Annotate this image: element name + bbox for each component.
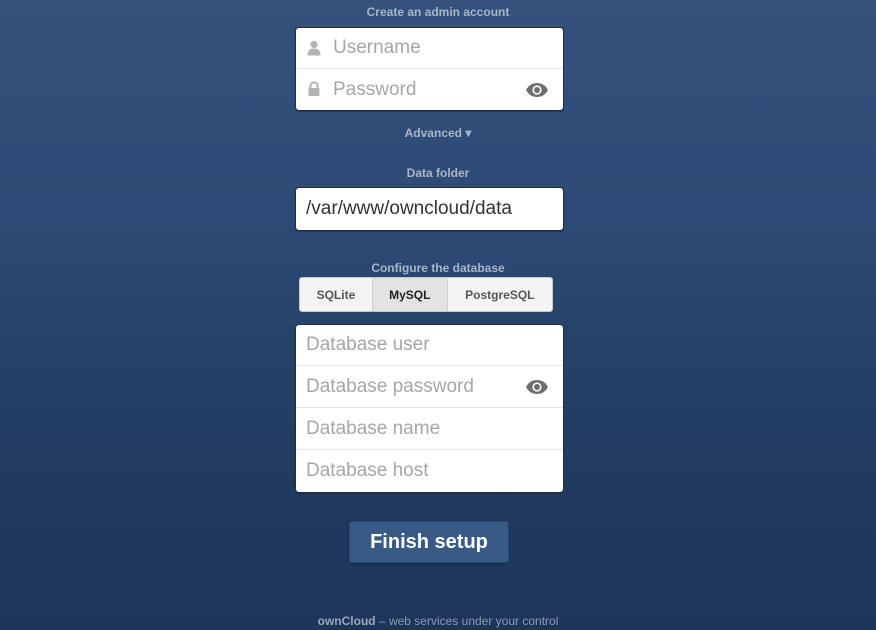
tab-mysql[interactable]: MySQL bbox=[372, 278, 448, 311]
tab-sqlite[interactable]: SQLite bbox=[300, 278, 373, 311]
data-folder-group bbox=[295, 187, 564, 231]
finish-setup-button[interactable]: Finish setup bbox=[349, 521, 509, 563]
password-input[interactable] bbox=[296, 69, 563, 110]
username-field bbox=[296, 28, 563, 69]
database-password-input[interactable] bbox=[296, 366, 563, 407]
advanced-toggle[interactable]: Advanced ▾ bbox=[0, 126, 876, 140]
password-field bbox=[296, 69, 563, 110]
eye-icon[interactable] bbox=[525, 82, 549, 98]
database-fields-group bbox=[295, 324, 564, 493]
footer-tagline: – web services under your control bbox=[375, 614, 559, 628]
database-host-input[interactable] bbox=[296, 450, 563, 492]
database-password-field bbox=[296, 366, 563, 408]
database-host-field bbox=[296, 450, 563, 492]
admin-credentials-group bbox=[295, 27, 564, 111]
database-name-input[interactable] bbox=[296, 408, 563, 449]
data-folder-label: Data folder bbox=[406, 166, 470, 180]
data-folder-field bbox=[296, 188, 563, 230]
footer: ownCloud – web services under your contr… bbox=[0, 614, 876, 628]
database-user-field bbox=[296, 325, 563, 366]
admin-account-heading: Create an admin account bbox=[366, 5, 510, 19]
configure-database-heading: Configure the database bbox=[371, 261, 505, 275]
data-folder-input[interactable] bbox=[296, 188, 563, 230]
database-name-field bbox=[296, 408, 563, 450]
database-type-selector: SQLite MySQL PostgreSQL bbox=[299, 277, 553, 312]
footer-brand[interactable]: ownCloud bbox=[318, 614, 376, 628]
username-input[interactable] bbox=[296, 28, 563, 68]
tab-postgresql[interactable]: PostgreSQL bbox=[448, 278, 552, 311]
database-user-input[interactable] bbox=[296, 325, 563, 365]
eye-icon[interactable] bbox=[525, 379, 549, 395]
